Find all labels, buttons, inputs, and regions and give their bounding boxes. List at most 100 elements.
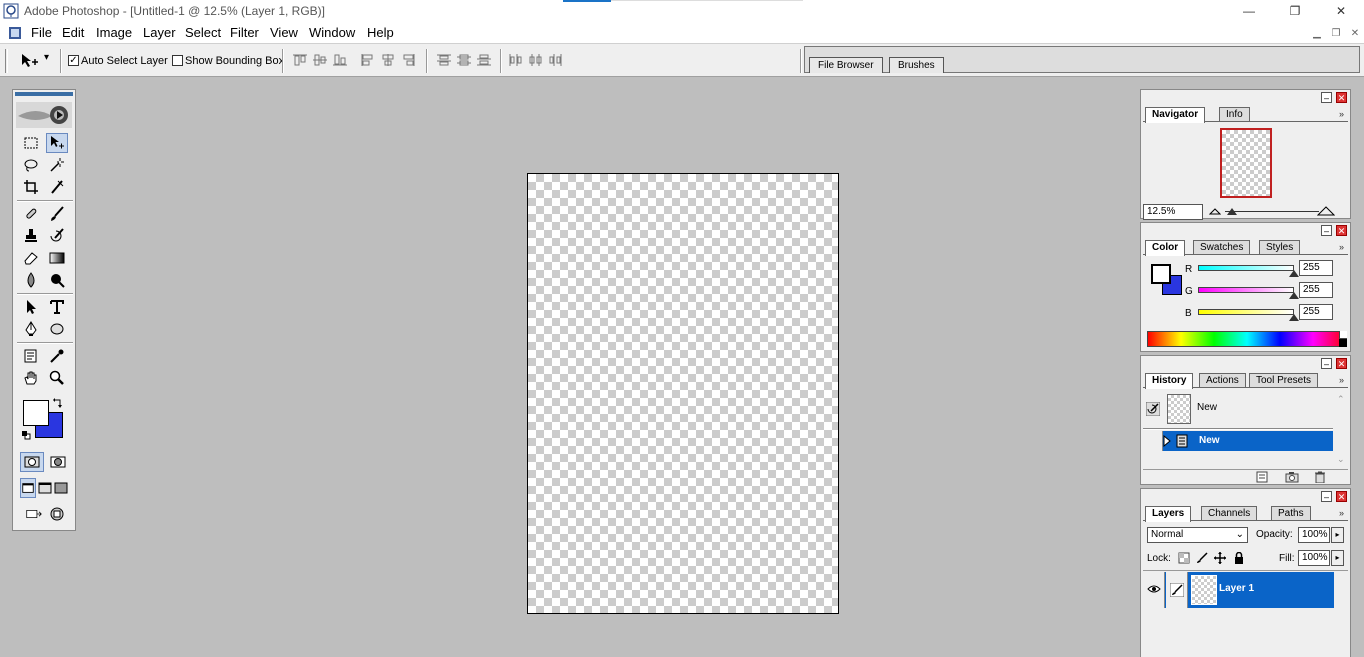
palette-menu-icon[interactable]: » <box>1339 508 1344 518</box>
ramp-black-swatch[interactable] <box>1339 339 1347 347</box>
full-screen-mode-button[interactable] <box>53 478 69 498</box>
eyedropper-tool[interactable] <box>46 346 68 366</box>
tab-channels[interactable]: Channels <box>1201 506 1258 521</box>
marquee-tool[interactable] <box>20 133 42 153</box>
menu-image[interactable]: Image <box>96 25 132 40</box>
adobe-online-icon[interactable] <box>16 102 72 128</box>
navigator-preview[interactable] <box>1220 128 1272 198</box>
distribute-left-icon[interactable] <box>508 53 524 67</box>
opacity-field[interactable]: 100% <box>1298 527 1330 543</box>
gradient-tool[interactable] <box>46 248 68 268</box>
foreground-color-swatch[interactable] <box>23 400 49 426</box>
align-right-icon[interactable] <box>400 53 416 67</box>
blur-tool[interactable] <box>20 270 42 290</box>
lock-image-icon[interactable] <box>1196 552 1208 564</box>
green-value-field[interactable]: 255 <box>1299 282 1333 298</box>
zoom-out-icon[interactable] <box>1209 206 1221 216</box>
minimize-button[interactable]: — <box>1226 0 1272 22</box>
lock-position-icon[interactable] <box>1214 552 1226 564</box>
imageready-icon[interactable] <box>46 504 68 524</box>
palette-header[interactable] <box>1141 356 1350 370</box>
palette-menu-icon[interactable]: » <box>1339 109 1344 119</box>
tab-tool-presets[interactable]: Tool Presets <box>1249 373 1319 388</box>
palette-menu-icon[interactable]: » <box>1339 242 1344 252</box>
tab-navigator[interactable]: Navigator <box>1145 107 1206 123</box>
doc-minimize-icon[interactable]: ▁ <box>1310 26 1324 40</box>
lock-transparency-icon[interactable] <box>1178 552 1190 564</box>
align-bottom-icon[interactable] <box>332 53 348 67</box>
clone-stamp-tool[interactable] <box>20 226 42 246</box>
lock-all-icon[interactable] <box>1233 552 1245 564</box>
new-document-from-state-icon[interactable] <box>1255 471 1269 483</box>
full-screen-menu-mode-button[interactable] <box>37 478 53 498</box>
auto-select-layer-checkbox[interactable]: ✓ <box>68 55 79 66</box>
healing-brush-tool[interactable] <box>20 204 42 224</box>
shape-tool[interactable] <box>46 319 68 339</box>
opacity-arrow-button[interactable]: ▸ <box>1331 527 1344 543</box>
red-value-field[interactable]: 255 <box>1299 260 1333 276</box>
palette-header[interactable] <box>1141 489 1350 503</box>
history-brush-source-icon[interactable] <box>1146 402 1160 416</box>
palette-close-icon[interactable]: ✕ <box>1336 358 1347 369</box>
scroll-up-icon[interactable]: ⌃ <box>1337 394 1345 405</box>
align-horizontal-center-icon[interactable] <box>380 53 396 67</box>
blue-value-field[interactable]: 255 <box>1299 304 1333 320</box>
palette-header[interactable] <box>1141 90 1350 104</box>
tab-actions[interactable]: Actions <box>1199 373 1246 388</box>
camera-icon[interactable] <box>1285 471 1299 483</box>
green-slider[interactable] <box>1198 287 1294 293</box>
menu-filter[interactable]: Filter <box>230 25 259 40</box>
history-source-cell[interactable] <box>1143 431 1163 451</box>
distribute-horizontal-center-icon[interactable] <box>528 53 544 67</box>
red-slider-thumb[interactable] <box>1289 270 1299 277</box>
layer-name[interactable]: Layer 1 <box>1219 583 1254 594</box>
link-cell[interactable] <box>1166 572 1188 608</box>
color-ramp[interactable] <box>1147 331 1347 347</box>
doc-close-icon[interactable]: ✕ <box>1348 26 1362 40</box>
palette-minimize-icon[interactable]: – <box>1321 92 1332 103</box>
document-icon[interactable] <box>7 25 23 41</box>
green-slider-thumb[interactable] <box>1289 292 1299 299</box>
trash-icon[interactable] <box>1313 471 1327 483</box>
zoom-slider-thumb[interactable] <box>1227 208 1237 215</box>
align-left-icon[interactable] <box>360 53 376 67</box>
eraser-tool[interactable] <box>20 248 42 268</box>
palette-header[interactable] <box>1141 223 1350 237</box>
eye-icon[interactable] <box>1147 584 1161 594</box>
jump-to-imageready-button[interactable] <box>22 504 46 524</box>
dodge-tool[interactable] <box>46 270 68 290</box>
palette-minimize-icon[interactable]: – <box>1321 225 1332 236</box>
tab-styles[interactable]: Styles <box>1259 240 1301 255</box>
zoom-in-icon[interactable] <box>1317 205 1335 216</box>
palette-close-icon[interactable]: ✕ <box>1336 92 1347 103</box>
move-tool-preset-icon[interactable] <box>20 52 40 70</box>
zoom-slider-track[interactable] <box>1225 211 1319 212</box>
palette-minimize-icon[interactable]: – <box>1321 491 1332 502</box>
distribute-vertical-center-icon[interactable] <box>456 53 472 67</box>
tab-info[interactable]: Info <box>1219 107 1250 122</box>
blue-slider[interactable] <box>1198 309 1294 315</box>
ramp-white-swatch[interactable] <box>1339 331 1347 339</box>
toolbox-header[interactable] <box>15 92 73 96</box>
restore-button[interactable]: ❐ <box>1272 0 1318 22</box>
crop-tool[interactable] <box>20 177 42 197</box>
document-canvas[interactable] <box>527 173 839 614</box>
palette-menu-icon[interactable]: » <box>1339 375 1344 385</box>
visibility-cell[interactable] <box>1143 572 1165 608</box>
menu-help[interactable]: Help <box>367 25 394 40</box>
tool-preset-dropdown[interactable]: ▾ <box>44 52 49 63</box>
palette-minimize-icon[interactable]: – <box>1321 358 1332 369</box>
fill-arrow-button[interactable]: ▸ <box>1331 550 1344 566</box>
zoom-field[interactable]: 12.5% <box>1143 204 1203 220</box>
menu-file[interactable]: File <box>31 25 52 40</box>
pen-tool[interactable] <box>20 319 42 339</box>
distribute-right-icon[interactable] <box>548 53 564 67</box>
menu-layer[interactable]: Layer <box>143 25 176 40</box>
standard-mode-button[interactable] <box>20 452 44 472</box>
tab-swatches[interactable]: Swatches <box>1193 240 1251 255</box>
distribute-bottom-icon[interactable] <box>476 53 492 67</box>
tab-history[interactable]: History <box>1145 373 1194 389</box>
menu-edit[interactable]: Edit <box>62 25 84 40</box>
scroll-down-icon[interactable]: ⌄ <box>1337 454 1345 465</box>
menu-view[interactable]: View <box>270 25 298 40</box>
